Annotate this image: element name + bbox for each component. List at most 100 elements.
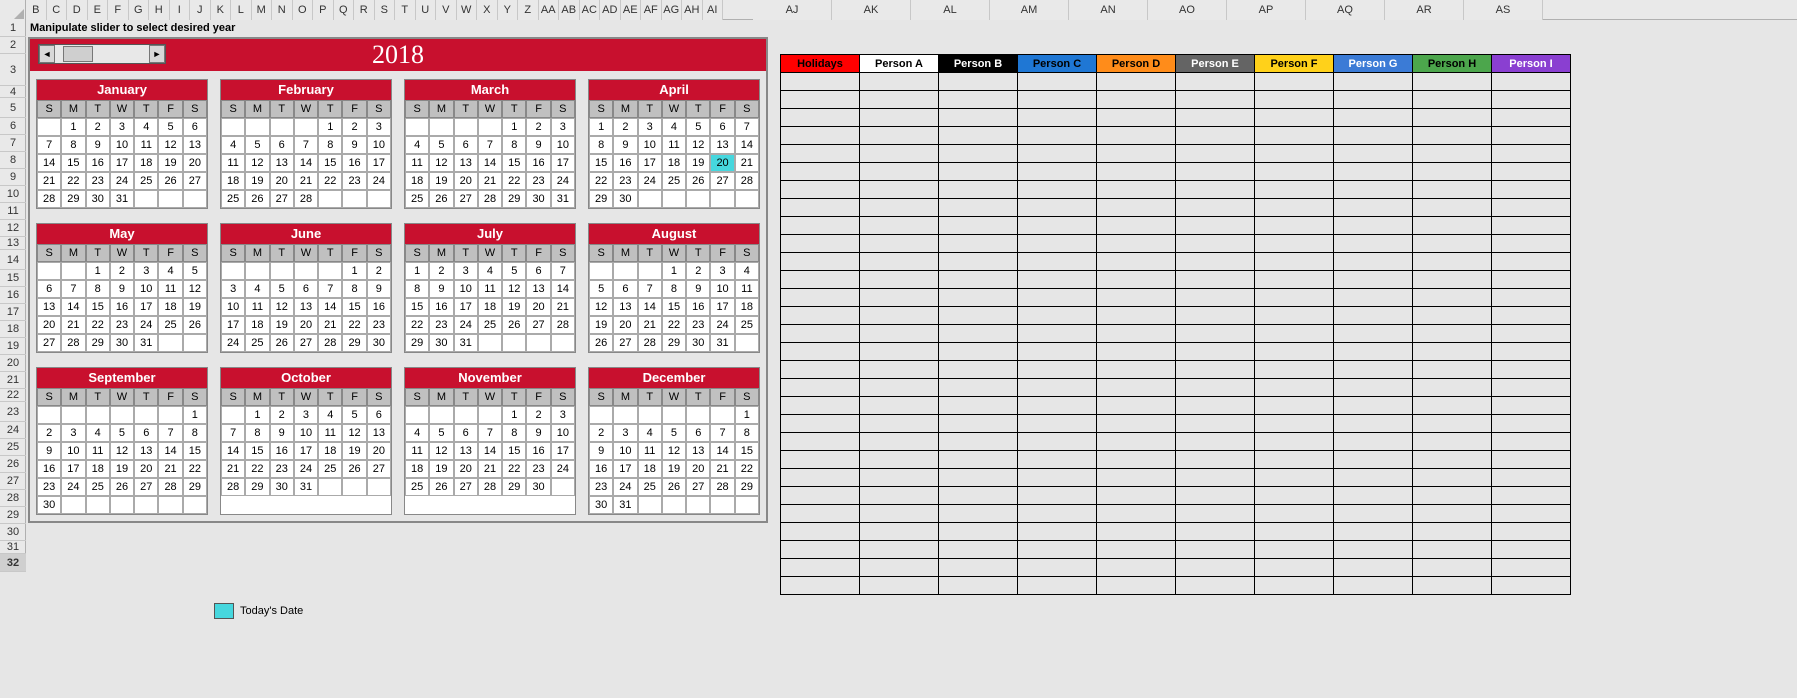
col-header[interactable]: AC xyxy=(580,0,601,20)
day-cell[interactable] xyxy=(61,406,85,424)
day-cell[interactable]: 16 xyxy=(342,154,366,172)
person-cell[interactable] xyxy=(781,253,860,271)
person-cell[interactable] xyxy=(1255,577,1334,595)
day-cell[interactable] xyxy=(134,406,158,424)
day-cell[interactable]: 24 xyxy=(134,316,158,334)
row-header[interactable]: 2 xyxy=(0,37,26,54)
day-cell[interactable]: 4 xyxy=(318,406,342,424)
col-header[interactable]: AI xyxy=(703,0,724,20)
person-cell[interactable] xyxy=(860,289,939,307)
slider-thumb[interactable] xyxy=(63,46,93,62)
col-header[interactable]: V xyxy=(436,0,457,20)
day-cell[interactable] xyxy=(478,406,502,424)
person-cell[interactable] xyxy=(860,91,939,109)
day-cell[interactable]: 9 xyxy=(86,136,110,154)
row-header[interactable]: 6 xyxy=(0,118,26,135)
person-cell[interactable] xyxy=(1334,523,1413,541)
person-cell[interactable] xyxy=(1334,451,1413,469)
col-header[interactable]: AB xyxy=(559,0,580,20)
col-header[interactable]: B xyxy=(26,0,47,20)
row-header[interactable]: 16 xyxy=(0,287,26,304)
day-cell[interactable] xyxy=(318,262,342,280)
col-header[interactable]: AF xyxy=(641,0,662,20)
col-header[interactable]: W xyxy=(457,0,478,20)
col-header[interactable]: AA xyxy=(539,0,560,20)
person-cell[interactable] xyxy=(1334,235,1413,253)
day-cell[interactable] xyxy=(454,406,478,424)
col-header[interactable]: AR xyxy=(1385,0,1464,20)
day-cell[interactable]: 25 xyxy=(221,190,245,208)
person-cell[interactable] xyxy=(939,487,1018,505)
person-cell[interactable] xyxy=(1255,343,1334,361)
day-cell[interactable]: 14 xyxy=(37,154,61,172)
day-cell[interactable]: 18 xyxy=(405,460,429,478)
day-cell[interactable] xyxy=(613,406,637,424)
col-header[interactable]: AK xyxy=(832,0,911,20)
col-header[interactable]: Y xyxy=(498,0,519,20)
person-cell[interactable] xyxy=(1097,91,1176,109)
person-cell[interactable] xyxy=(1097,127,1176,145)
person-cell[interactable] xyxy=(1334,217,1413,235)
day-cell[interactable]: 22 xyxy=(342,316,366,334)
day-cell[interactable]: 7 xyxy=(638,280,662,298)
day-cell[interactable]: 28 xyxy=(478,190,502,208)
person-cell[interactable] xyxy=(1492,433,1571,451)
col-header[interactable]: AP xyxy=(1227,0,1306,20)
person-cell[interactable] xyxy=(1334,577,1413,595)
day-cell[interactable]: 10 xyxy=(294,424,318,442)
day-cell[interactable]: 18 xyxy=(478,298,502,316)
day-cell[interactable] xyxy=(134,496,158,514)
row-header[interactable]: 3 xyxy=(0,54,26,86)
day-cell[interactable] xyxy=(735,334,759,352)
col-header[interactable]: AN xyxy=(1069,0,1148,20)
day-cell[interactable] xyxy=(110,496,134,514)
day-cell[interactable]: 3 xyxy=(61,424,85,442)
person-cell[interactable] xyxy=(939,199,1018,217)
person-cell[interactable] xyxy=(1176,163,1255,181)
day-cell[interactable]: 31 xyxy=(294,478,318,496)
person-cell[interactable] xyxy=(1255,469,1334,487)
person-cell[interactable] xyxy=(1334,163,1413,181)
person-cell[interactable] xyxy=(1018,487,1097,505)
day-cell[interactable]: 11 xyxy=(318,424,342,442)
person-cell[interactable] xyxy=(1334,415,1413,433)
day-cell[interactable]: 19 xyxy=(502,298,526,316)
person-cell[interactable] xyxy=(781,289,860,307)
day-cell[interactable]: 7 xyxy=(158,424,182,442)
person-cell[interactable] xyxy=(1176,217,1255,235)
day-cell[interactable] xyxy=(342,478,366,496)
day-cell[interactable]: 1 xyxy=(342,262,366,280)
day-cell[interactable] xyxy=(710,406,734,424)
col-header[interactable]: M xyxy=(252,0,273,20)
person-cell[interactable] xyxy=(781,577,860,595)
person-cell[interactable] xyxy=(781,199,860,217)
day-cell[interactable]: 3 xyxy=(221,280,245,298)
row-header[interactable]: 18 xyxy=(0,321,26,338)
day-cell[interactable]: 2 xyxy=(342,118,366,136)
person-cell[interactable] xyxy=(1413,541,1492,559)
person-cell[interactable] xyxy=(781,181,860,199)
person-cell[interactable] xyxy=(1492,415,1571,433)
day-cell[interactable]: 13 xyxy=(613,298,637,316)
day-cell[interactable] xyxy=(367,190,391,208)
day-cell[interactable]: 12 xyxy=(662,442,686,460)
day-cell[interactable]: 6 xyxy=(454,136,478,154)
day-cell[interactable]: 12 xyxy=(245,154,269,172)
day-cell[interactable]: 30 xyxy=(110,334,134,352)
day-cell[interactable]: 21 xyxy=(294,172,318,190)
person-cell[interactable] xyxy=(1176,541,1255,559)
day-cell[interactable]: 9 xyxy=(367,280,391,298)
day-cell[interactable]: 5 xyxy=(429,136,453,154)
day-cell[interactable]: 15 xyxy=(342,298,366,316)
day-cell[interactable] xyxy=(613,262,637,280)
day-cell[interactable]: 6 xyxy=(294,280,318,298)
row-header[interactable]: 20 xyxy=(0,355,26,372)
person-cell[interactable] xyxy=(781,145,860,163)
day-cell[interactable]: 17 xyxy=(454,298,478,316)
person-cell[interactable] xyxy=(1097,379,1176,397)
person-cell[interactable] xyxy=(939,541,1018,559)
day-cell[interactable] xyxy=(638,190,662,208)
person-cell[interactable] xyxy=(1018,91,1097,109)
day-cell[interactable]: 17 xyxy=(367,154,391,172)
person-cell[interactable] xyxy=(1492,289,1571,307)
